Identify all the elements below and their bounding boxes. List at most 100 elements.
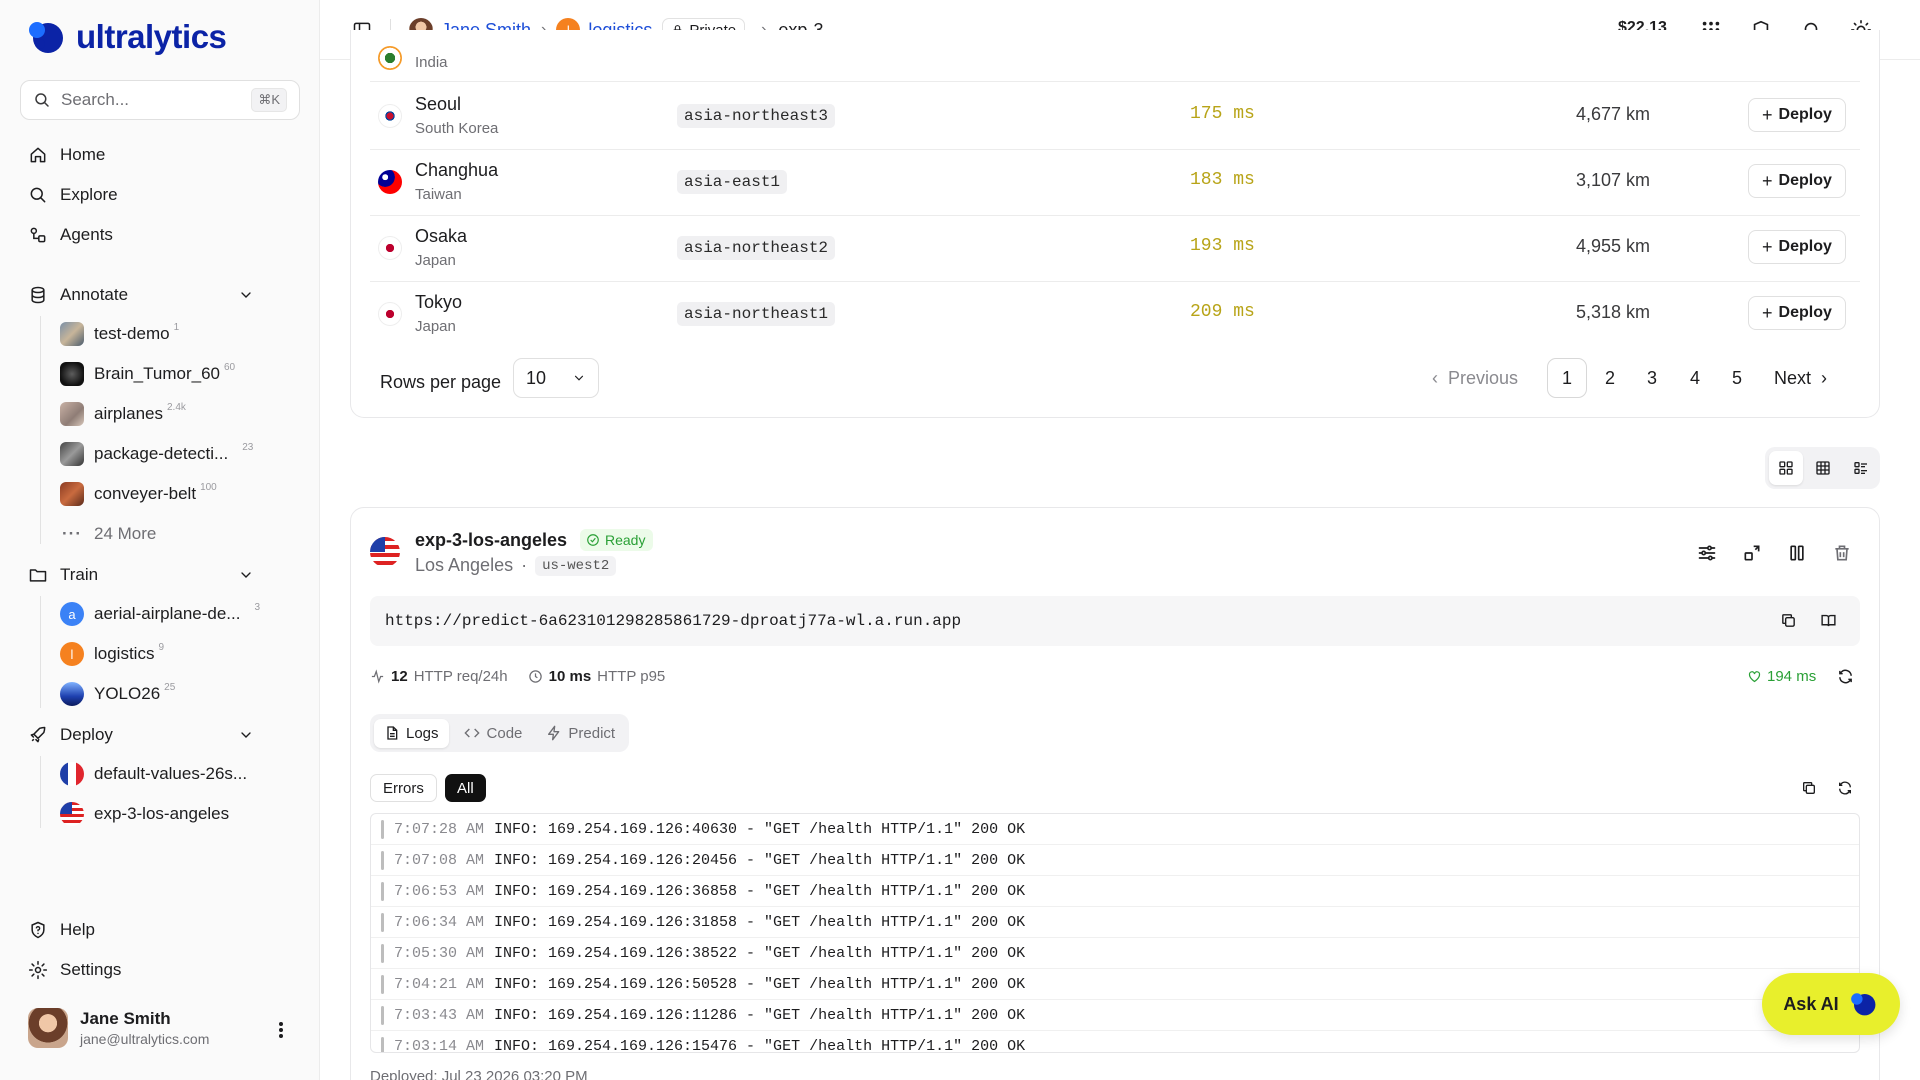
log-line: 7:04:21 AM INFO: 169.254.169.126:50528 - … (371, 969, 1859, 1000)
plus-icon: + (1762, 302, 1773, 323)
log-message: INFO: 169.254.169.126:20456 - "GET /heal… (494, 851, 1026, 869)
tab-logs-label: Logs (406, 724, 439, 742)
user-profile[interactable]: Jane Smith jane@ultralytics.com (28, 1008, 209, 1048)
nav-agents[interactable]: Agents (28, 220, 113, 250)
nav-explore[interactable]: Explore (28, 180, 118, 210)
endpoint-url[interactable]: https://predict-6a623101298285861729-dpr… (385, 612, 961, 630)
ask-ai-label: Ask AI (1783, 993, 1839, 1014)
nav-train-label: Train (60, 565, 99, 584)
page-button-active[interactable]: 1 (1547, 358, 1587, 398)
page-button[interactable]: 3 (1632, 358, 1672, 398)
brand-name: ultralytics (76, 18, 227, 55)
previous-page-button[interactable]: ‹ Previous (1432, 358, 1518, 398)
ultralytics-logo-icon (29, 22, 63, 53)
nav-annotate[interactable]: Annotate (28, 280, 268, 310)
search-placeholder: Search... (61, 90, 130, 109)
book-open-icon[interactable] (1820, 612, 1837, 629)
search-input[interactable]: Search... ⌘K (20, 80, 300, 120)
refresh-icon[interactable] (1837, 668, 1854, 685)
dataset-item[interactable]: test-demo 1 (60, 318, 179, 350)
copy-icon[interactable] (1780, 612, 1797, 629)
refresh-icon[interactable] (1837, 780, 1853, 796)
copy-icon[interactable] (1801, 780, 1817, 796)
dataset-count: 60 (224, 361, 236, 373)
plus-icon: + (1762, 104, 1773, 125)
deployment-item[interactable]: default-values-26s... (60, 758, 247, 790)
project-item[interactable]: l logistics 9 (60, 638, 164, 670)
rows-per-page-select[interactable]: 10 (513, 358, 599, 398)
more-datasets-link[interactable]: ··· 24 More (60, 518, 156, 550)
ask-ai-button[interactable]: Ask AI (1762, 973, 1900, 1035)
chevron-left-icon: ‹ (1432, 367, 1438, 388)
project-badge: l (60, 642, 84, 666)
agents-icon (30, 227, 46, 243)
table-view-icon[interactable] (1815, 460, 1831, 476)
deploy-button[interactable]: + Deploy (1748, 230, 1846, 264)
log-time: 7:05:30 AM (394, 944, 485, 962)
log-message: INFO: 169.254.169.126:38522 - "GET /heal… (494, 944, 1026, 962)
tab-predict[interactable]: Predict (536, 719, 625, 748)
region-distance: 4,677 km (1575, 104, 1650, 124)
deployment-item[interactable]: exp-3-los-angeles (60, 798, 229, 830)
deploy-button[interactable]: + Deploy (1748, 296, 1846, 330)
france-flag-icon (60, 762, 84, 786)
region-country: India (415, 54, 448, 71)
deploy-button[interactable]: + Deploy (1748, 164, 1846, 198)
project-count: 9 (158, 641, 165, 653)
project-label: aerial-airplane-de... (94, 604, 241, 623)
tree-line (40, 596, 41, 708)
project-item[interactable]: a aerial-airplane-de... 3 (60, 598, 260, 630)
sliders-icon[interactable] (1697, 543, 1717, 563)
p95-label: HTTP p95 (597, 668, 666, 685)
page-button[interactable]: 2 (1590, 358, 1630, 398)
status-label: Ready (605, 532, 646, 548)
log-message: INFO: 169.254.169.126:31858 - "GET /heal… (494, 913, 1026, 931)
code-icon (463, 728, 480, 738)
more-dots-icon: ··· (62, 524, 82, 543)
dataset-item[interactable]: airplanes 2.4k (60, 398, 186, 430)
pause-columns-icon[interactable] (1787, 543, 1807, 563)
search-icon (35, 93, 49, 107)
page-button[interactable]: 4 (1675, 358, 1715, 398)
table-row: India (370, 16, 1860, 82)
chevron-right-icon: › (1821, 367, 1828, 388)
region-country: Japan (415, 252, 456, 269)
page-button[interactable]: 5 (1717, 358, 1757, 398)
grid-view-icon[interactable] (1778, 460, 1794, 476)
more-datasets-label: 24 More (94, 524, 157, 543)
scan-icon[interactable] (1742, 543, 1762, 563)
deploy-button[interactable]: + Deploy (1748, 98, 1846, 132)
nav-settings[interactable]: Settings (28, 955, 121, 985)
nav-help[interactable]: Help (28, 915, 95, 945)
nav-home[interactable]: Home (28, 140, 105, 170)
region-city: Changhua (415, 160, 499, 180)
dataset-item[interactable]: package-detecti... 23 (60, 438, 253, 470)
log-viewer[interactable]: 7:07:28 AM INFO: 169.254.169.126:40630 - … (370, 813, 1860, 1053)
next-label: Next (1774, 367, 1812, 388)
tab-logs[interactable]: Logs (374, 718, 449, 748)
filter-all[interactable]: All (445, 774, 486, 802)
more-vertical-icon[interactable] (278, 1020, 284, 1040)
brand-logo[interactable]: ultralytics (26, 18, 227, 56)
tab-code[interactable]: Code (453, 719, 533, 748)
trash-icon[interactable] (1832, 543, 1852, 563)
filter-errors[interactable]: Errors (370, 774, 437, 802)
dataset-item[interactable]: Brain_Tumor_60 60 (60, 358, 235, 390)
latency-indicator: 194 ms (1747, 668, 1816, 685)
chevron-down-icon[interactable] (238, 567, 254, 583)
next-page-button[interactable]: Next › (1774, 358, 1827, 398)
chevron-down-icon[interactable] (238, 727, 254, 743)
dataset-item[interactable]: conveyer-belt 100 (60, 478, 217, 510)
nav-deploy[interactable]: Deploy (28, 720, 268, 750)
deployment-name[interactable]: exp-3-los-angeles (415, 530, 567, 551)
nav-settings-label: Settings (60, 960, 122, 979)
deployment-stats: 12 HTTP req/24h 10 ms HTTP p95 (370, 668, 665, 685)
chevron-down-icon[interactable] (238, 287, 254, 303)
project-label: YOLO26 (94, 684, 161, 703)
project-item[interactable]: YOLO26 25 (60, 678, 175, 710)
log-line: 7:07:08 AM INFO: 169.254.169.126:20456 - … (371, 845, 1859, 876)
tab-code-label: Code (486, 724, 523, 742)
nav-train[interactable]: Train (28, 560, 268, 590)
rocket-icon (30, 726, 46, 743)
list-view-icon[interactable] (1853, 460, 1869, 476)
